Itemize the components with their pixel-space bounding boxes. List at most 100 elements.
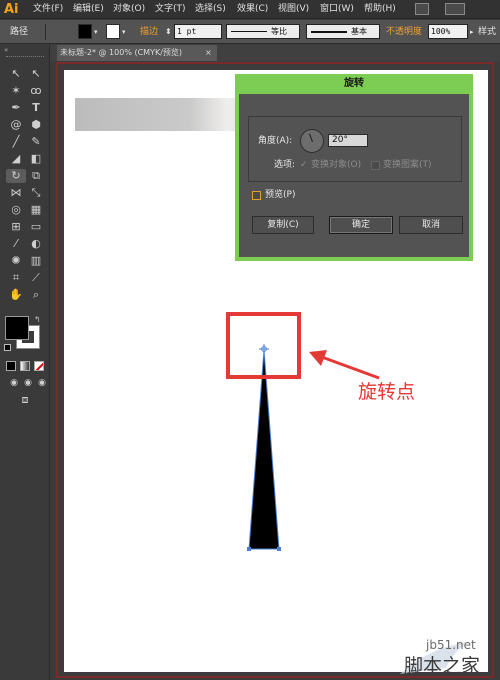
pencil-tool-icon[interactable]: ✎ [28, 135, 44, 149]
fill-swatch[interactable] [78, 24, 92, 39]
column-graph-tool-icon[interactable]: ▥ [28, 254, 44, 268]
perspective-grid-tool-icon[interactable]: ▦ [28, 203, 44, 217]
bridge-icon[interactable] [415, 3, 429, 15]
line-preview [311, 31, 347, 33]
screen-mode-icon[interactable]: ⧈ [17, 393, 33, 407]
width-tool-icon[interactable]: ⋈ [8, 186, 24, 200]
paintbrush-tool-icon[interactable]: ╱ [8, 135, 24, 149]
default-colors-icon[interactable] [4, 344, 11, 351]
polygon-tool-icon[interactable]: ⬢ [28, 118, 44, 132]
direct-selection-tool-icon[interactable]: ↖ [28, 67, 44, 81]
type-tool-icon[interactable]: T [28, 101, 44, 115]
gradient-tool-icon[interactable]: ▭ [28, 220, 44, 234]
chevron-right-icon[interactable]: ▸ [470, 25, 474, 39]
none-mode-icon[interactable] [34, 361, 44, 371]
menu-object[interactable]: 对象(O) [113, 0, 145, 19]
dialog-title: 旋转 [344, 78, 364, 89]
stepper-icon[interactable]: ⬍ [165, 25, 172, 39]
preview-checkbox[interactable] [252, 191, 261, 200]
anchor-point[interactable] [247, 547, 251, 551]
menu-edit[interactable]: 编辑(E) [73, 0, 104, 19]
lasso-tool-icon[interactable]: ꝏ [28, 84, 44, 98]
gradient-mode-icon[interactable] [20, 361, 30, 371]
watermark-brand: 脚本之家 [404, 655, 481, 677]
rotate-tool-icon[interactable]: ↻ [6, 169, 26, 183]
line-preview [231, 31, 267, 32]
blend-tool-icon[interactable]: ◐ [28, 237, 44, 251]
opacity-label[interactable]: 不透明度 [386, 25, 422, 39]
rotation-point-highlight-box [226, 312, 301, 379]
collapse-icon[interactable]: « [4, 46, 12, 54]
arrange-documents-icon[interactable] [445, 3, 465, 15]
symbol-sprayer-tool-icon[interactable]: ✺ [8, 254, 24, 268]
stroke-profile-label: 等比 [271, 27, 287, 36]
shape-builder-tool-icon[interactable]: ◎ [8, 203, 24, 217]
brush-label: 基本 [351, 27, 367, 36]
zoom-tool-icon[interactable]: ⌕ [28, 288, 44, 302]
watermark: jb51.net 脚本之家 [398, 638, 498, 678]
eraser-tool-icon[interactable]: ◧ [28, 152, 44, 166]
angle-label: 角度(A): [258, 136, 293, 146]
style-label[interactable]: 样式 [478, 25, 496, 39]
app-logo: Ai [4, 2, 19, 17]
menu-effect[interactable]: 效果(C) [237, 0, 268, 19]
spiral-tool-icon[interactable]: @ [8, 118, 24, 132]
separator [45, 24, 46, 40]
watermark-url: jb51.net [426, 638, 476, 652]
stroke-swatch[interactable] [106, 24, 120, 39]
preview-label[interactable]: 预览(P) [265, 189, 295, 201]
scale-tool-icon[interactable]: ⧉ [28, 169, 44, 183]
close-icon[interactable]: × [205, 45, 212, 61]
anchor-point[interactable] [277, 547, 281, 551]
magic-wand-tool-icon[interactable]: ✶ [8, 84, 24, 98]
artboard-tool-icon[interactable]: ⌗ [8, 271, 24, 285]
hand-tool-icon[interactable]: ✋ [8, 288, 24, 302]
eyedropper-tool-icon[interactable]: ⁄ [8, 237, 24, 251]
selected-triangle-path[interactable] [248, 349, 280, 550]
transform-patterns-checkbox[interactable] [371, 161, 380, 170]
opacity-field[interactable]: 100% [428, 24, 468, 39]
mesh-tool-icon[interactable]: ⊞ [8, 220, 24, 234]
control-bar: 路径 ▾ ▾ 描边 ⬍ 1 pt 等比 基本 不透明度 100% ▸ 样式 [0, 20, 500, 44]
slice-tool-icon[interactable]: ⟋ [28, 271, 44, 285]
pen-tool-icon[interactable]: ✒ [8, 101, 24, 115]
none-slash [35, 362, 43, 370]
free-transform-tool-icon[interactable]: ⤡ [28, 186, 44, 200]
rotate-group [248, 116, 462, 182]
transform-objects-option[interactable]: 变换对象(O) [311, 159, 361, 171]
toolbox: « ↖ ↖ ✶ ꝏ ✒ T @ ⬢ ╱ ✎ ◢ ◧ ↻ ⧉ ⋈ ⤡ ◎ ▦ ⊞ … [0, 45, 50, 680]
object-type-label: 路径 [10, 27, 29, 37]
stroke-label[interactable]: 描边 [140, 25, 158, 39]
selection-tool-icon[interactable]: ↖ [8, 67, 24, 81]
chevron-down-icon[interactable]: ▾ [122, 25, 126, 39]
fill-color-box[interactable] [5, 316, 29, 340]
color-mode-icon[interactable] [6, 361, 16, 371]
brush-select[interactable]: 基本 [306, 24, 380, 39]
menu-file[interactable]: 文件(F) [33, 0, 63, 19]
document-tab[interactable]: 未标题-2* @ 100% (CMYK/预览) × [57, 45, 217, 61]
ok-button[interactable]: 确定 [329, 216, 393, 234]
annotation-label: 旋转点 [358, 381, 416, 403]
draw-inside-icon[interactable]: ◉ [34, 376, 50, 390]
menu-view[interactable]: 视图(V) [278, 0, 309, 19]
options-label: 选项: [274, 160, 296, 170]
chevron-down-icon[interactable]: ▾ [94, 25, 98, 39]
blob-brush-tool-icon[interactable]: ◢ [8, 152, 24, 166]
swap-colors-icon[interactable]: ↰ [34, 315, 41, 324]
copy-button[interactable]: 复制(C) [252, 216, 314, 234]
menu-bar: Ai 文件(F) 编辑(E) 对象(O) 文字(T) 选择(S) 效果(C) 视… [0, 0, 500, 19]
menu-help[interactable]: 帮助(H) [364, 0, 396, 19]
grip-icon[interactable] [6, 56, 44, 59]
checkmark-icon: ✓ [300, 160, 308, 170]
transform-patterns-option[interactable]: 变换图案(T) [383, 159, 432, 171]
stroke-weight-field[interactable]: 1 pt [174, 24, 222, 39]
menu-window[interactable]: 窗口(W) [320, 0, 354, 19]
menu-select[interactable]: 选择(S) [195, 0, 226, 19]
document-tab-title: 未标题-2* @ 100% (CMYK/预览) [60, 48, 183, 57]
angle-field[interactable]: 20° [328, 134, 368, 147]
menu-type[interactable]: 文字(T) [155, 0, 186, 19]
angle-dial[interactable] [300, 129, 324, 153]
dial-needle [308, 133, 313, 143]
cancel-button[interactable]: 取消 [399, 216, 463, 234]
stroke-profile-select[interactable]: 等比 [226, 24, 300, 39]
